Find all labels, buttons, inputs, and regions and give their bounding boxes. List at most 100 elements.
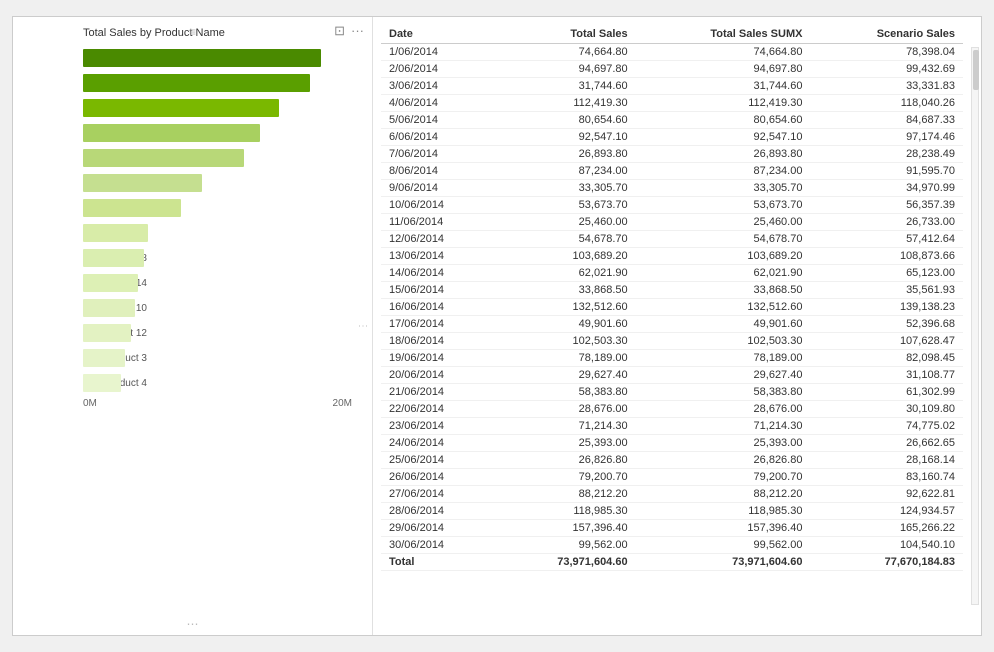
scrollbar-thumb[interactable]: [973, 50, 979, 90]
table-row[interactable]: 4/06/2014112,419.30112,419.30118,040.26: [381, 95, 963, 112]
bar-row[interactable]: Product 8: [83, 247, 352, 269]
table-cell: 22/06/2014: [381, 401, 496, 418]
table-row[interactable]: 28/06/2014118,985.30118,985.30124,934.57: [381, 503, 963, 520]
table-cell: 92,622.81: [810, 486, 963, 503]
table-cell: 28,676.00: [636, 401, 811, 418]
table-cell: 26,893.80: [636, 146, 811, 163]
col-header-scenario-sales: Scenario Sales: [810, 25, 963, 44]
bar-chart: Product 7 Product 1 Product 2 Product 11 Pro…: [23, 47, 362, 394]
col-header-date: Date: [381, 25, 496, 44]
bar-row[interactable]: Product 9: [83, 197, 352, 219]
table-row[interactable]: 19/06/201478,189.0078,189.0082,098.45: [381, 350, 963, 367]
table-cell: 17/06/2014: [381, 316, 496, 333]
table-row[interactable]: 24/06/201425,393.0025,393.0026,662.65: [381, 435, 963, 452]
drag-handle[interactable]: ≡: [189, 25, 196, 39]
bar-row[interactable]: Product 5: [83, 147, 352, 169]
resize-handle-bottom[interactable]: ⋯: [187, 617, 199, 631]
table-cell: 91,595.70: [810, 163, 963, 180]
scrollbar-track[interactable]: [971, 47, 979, 605]
table-row[interactable]: 9/06/201433,305.7033,305.7034,970.99: [381, 180, 963, 197]
table-row[interactable]: 12/06/201454,678.7054,678.7057,412.64: [381, 231, 963, 248]
table-cell: 53,673.70: [496, 197, 636, 214]
table-row[interactable]: 8/06/201487,234.0087,234.0091,595.70: [381, 163, 963, 180]
table-row[interactable]: 17/06/201449,901.6049,901.6052,396.68: [381, 316, 963, 333]
bar-row[interactable]: Product 12: [83, 322, 352, 344]
table-row[interactable]: 3/06/201431,744.6031,744.6033,331.83: [381, 78, 963, 95]
table-row[interactable]: 14/06/201462,021.9062,021.9065,123.00: [381, 265, 963, 282]
table-cell: 92,547.10: [636, 129, 811, 146]
table-cell: 80,654.60: [496, 112, 636, 129]
table-cell: 74,664.80: [496, 44, 636, 61]
table-cell: 61,302.99: [810, 384, 963, 401]
table-cell: 28,238.49: [810, 146, 963, 163]
bar-track: [83, 99, 352, 117]
table-cell: 49,901.60: [636, 316, 811, 333]
bar-row[interactable]: Product 1: [83, 72, 352, 94]
table-cell: 18/06/2014: [381, 333, 496, 350]
table-row[interactable]: 22/06/201428,676.0028,676.0030,109.80: [381, 401, 963, 418]
x-axis: 0M 20M: [83, 398, 352, 409]
bar-fill: [83, 349, 125, 367]
table-row[interactable]: 6/06/201492,547.1092,547.1097,174.46: [381, 129, 963, 146]
table-row[interactable]: 11/06/201425,460.0025,460.0026,733.00: [381, 214, 963, 231]
table-cell: 21/06/2014: [381, 384, 496, 401]
table-cell: 92,547.10: [496, 129, 636, 146]
table-row[interactable]: 30/06/201499,562.0099,562.00104,540.10: [381, 537, 963, 554]
table-cell: 94,697.80: [636, 61, 811, 78]
table-row[interactable]: 27/06/201488,212.2088,212.2092,622.81: [381, 486, 963, 503]
more-icon[interactable]: ···: [351, 23, 364, 39]
table-cell: 57,412.64: [810, 231, 963, 248]
total-cell: 77,670,184.83: [810, 554, 963, 571]
table-cell: 118,040.26: [810, 95, 963, 112]
table-cell: 33,868.50: [636, 282, 811, 299]
bar-row[interactable]: Product 3: [83, 347, 352, 369]
bar-row[interactable]: Product 2: [83, 97, 352, 119]
resize-handle-right[interactable]: ⋮: [357, 321, 368, 331]
table-cell: 83,160.74: [810, 469, 963, 486]
table-cell: 14/06/2014: [381, 265, 496, 282]
bar-row[interactable]: Product 6: [83, 222, 352, 244]
table-cell: 54,678.70: [496, 231, 636, 248]
bar-row[interactable]: Product 13: [83, 172, 352, 194]
table-row[interactable]: 20/06/201429,627.4029,627.4031,108.77: [381, 367, 963, 384]
bar-row[interactable]: Product 4: [83, 372, 352, 394]
table-cell: 99,432.69: [810, 61, 963, 78]
table-cell: 2/06/2014: [381, 61, 496, 78]
table-row[interactable]: 2/06/201494,697.8094,697.8099,432.69: [381, 61, 963, 78]
bar-row[interactable]: Product 7: [83, 47, 352, 69]
table-cell: 35,561.93: [810, 282, 963, 299]
bar-row[interactable]: Product 14: [83, 272, 352, 294]
table-cell: 94,697.80: [496, 61, 636, 78]
table-row[interactable]: 16/06/2014132,512.60132,512.60139,138.23: [381, 299, 963, 316]
table-row[interactable]: 1/06/201474,664.8074,664.8078,398.04: [381, 44, 963, 61]
bar-row[interactable]: Product 10: [83, 297, 352, 319]
table-cell: 82,098.45: [810, 350, 963, 367]
bar-fill: [83, 124, 260, 142]
table-cell: 80,654.60: [636, 112, 811, 129]
table-cell: 84,687.33: [810, 112, 963, 129]
table-row[interactable]: 18/06/2014102,503.30102,503.30107,628.47: [381, 333, 963, 350]
table-row[interactable]: 26/06/201479,200.7079,200.7083,160.74: [381, 469, 963, 486]
table-cell: 112,419.30: [636, 95, 811, 112]
table-row[interactable]: 25/06/201426,826.8026,826.8028,168.14: [381, 452, 963, 469]
bar-fill: [83, 249, 144, 267]
table-row[interactable]: 21/06/201458,383.8058,383.8061,302.99: [381, 384, 963, 401]
table-row[interactable]: 7/06/201426,893.8026,893.8028,238.49: [381, 146, 963, 163]
table-row[interactable]: 13/06/2014103,689.20103,689.20108,873.66: [381, 248, 963, 265]
table-cell: 99,562.00: [496, 537, 636, 554]
table-row[interactable]: 5/06/201480,654.6080,654.6084,687.33: [381, 112, 963, 129]
bar-fill: [83, 74, 310, 92]
total-row: Total73,971,604.6073,971,604.6077,670,18…: [381, 554, 963, 571]
table-cell: 74,664.80: [636, 44, 811, 61]
table-row[interactable]: 29/06/2014157,396.40157,396.40165,266.22: [381, 520, 963, 537]
expand-icon[interactable]: ⊡: [334, 23, 345, 39]
table-cell: 88,212.20: [496, 486, 636, 503]
table-row[interactable]: 10/06/201453,673.7053,673.7056,357.39: [381, 197, 963, 214]
bar-row[interactable]: Product 11: [83, 122, 352, 144]
table-cell: 165,266.22: [810, 520, 963, 537]
table-row[interactable]: 15/06/201433,868.5033,868.5035,561.93: [381, 282, 963, 299]
table-cell: 30,109.80: [810, 401, 963, 418]
table-cell: 124,934.57: [810, 503, 963, 520]
bar-track: [83, 274, 352, 292]
table-row[interactable]: 23/06/201471,214.3071,214.3074,775.02: [381, 418, 963, 435]
